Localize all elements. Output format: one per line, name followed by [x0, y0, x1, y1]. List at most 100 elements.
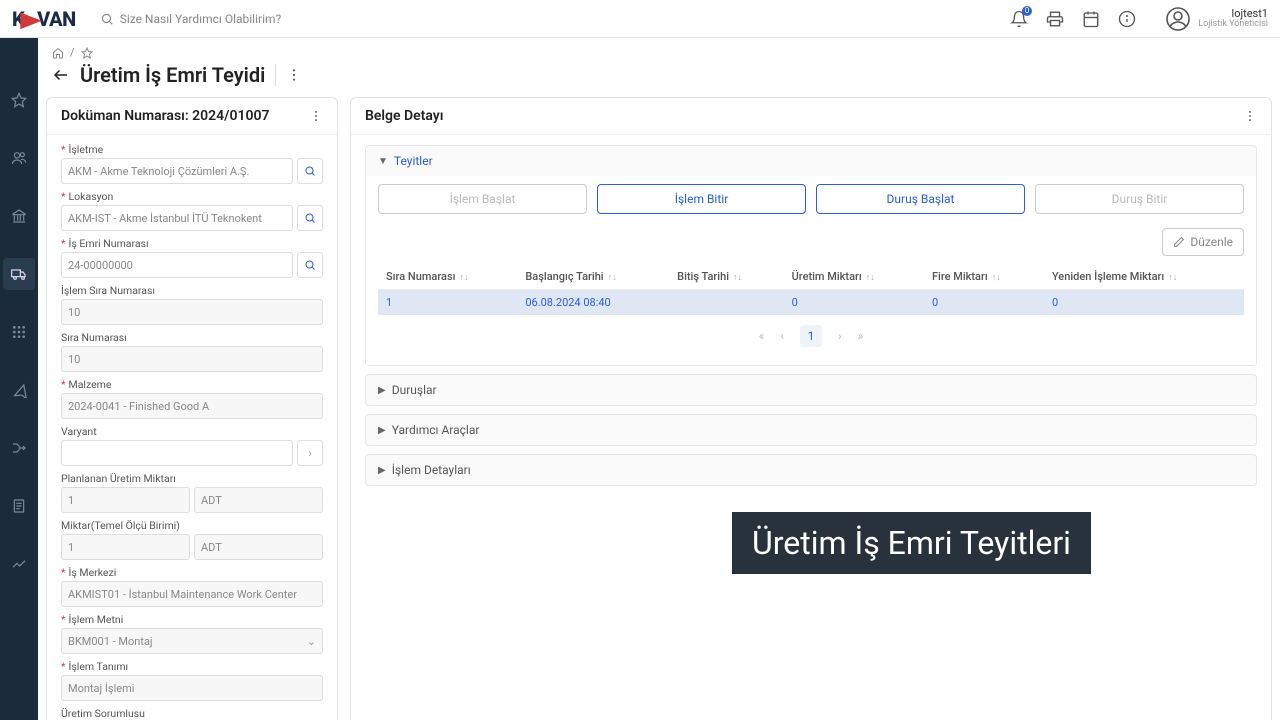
edit-button[interactable]: Düzenle: [1162, 228, 1244, 256]
field-label: Sıra Numarası: [61, 331, 127, 344]
brand-logo[interactable]: K▶VAN: [12, 7, 76, 31]
section-duruslar-toggle[interactable]: ▶Duruşlar: [366, 375, 1256, 405]
print-button[interactable]: [1046, 10, 1064, 28]
section-yardimci-toggle[interactable]: ▶ Yardımcı Araçlar: [366, 415, 1256, 445]
field-label: Planlanan Üretim Miktarı: [61, 472, 176, 485]
planmiktar-input: 1: [61, 487, 190, 513]
isemri-lookup[interactable]: [297, 252, 323, 278]
people-icon: [11, 150, 27, 166]
isemri-input[interactable]: 24-00000000: [61, 252, 293, 278]
varyant-input[interactable]: [61, 440, 293, 466]
chevron-down-icon: ⌄: [307, 635, 316, 648]
islem-baslat-button[interactable]: İşlem Başlat: [378, 184, 587, 214]
breadcrumb-sep: /: [70, 46, 75, 59]
nav-finance[interactable]: [3, 200, 35, 232]
document-card-menu[interactable]: [309, 109, 323, 123]
nav-documents[interactable]: [3, 490, 35, 522]
chart-icon: [11, 556, 27, 572]
overlay-title: Üretim İş Emri Teyitleri: [732, 512, 1091, 574]
col-sira[interactable]: Sıra Numarası↑↓: [378, 264, 517, 290]
table-row[interactable]: 1 06.08.2024 08:40 0 0 0: [378, 290, 1244, 316]
lokasyon-lookup[interactable]: [297, 205, 323, 231]
isletme-input[interactable]: AKM - Akme Teknoloji Çözümleri A.Ş.: [61, 158, 293, 184]
nav-flights[interactable]: [3, 374, 35, 406]
durus-bitir-button[interactable]: Duruş Bitir: [1035, 184, 1244, 214]
calendar-button[interactable]: [1082, 10, 1100, 28]
pager-current[interactable]: 1: [800, 325, 822, 347]
breadcrumb-home[interactable]: [52, 47, 64, 59]
more-vertical-icon: [1243, 109, 1257, 123]
bank-icon: [11, 208, 27, 224]
breadcrumb-favorite[interactable]: [81, 47, 93, 59]
col-yeniden[interactable]: Yeniden İşleme Miktarı↑↓: [1044, 264, 1244, 290]
nav-analytics[interactable]: [3, 548, 35, 580]
islemmetni-select[interactable]: BKM001 - Montaj⌄: [61, 628, 323, 654]
document-card-title: Doküman Numarası: 2024/01007: [61, 108, 269, 124]
section-teyitler-toggle[interactable]: ▼Teyitler: [366, 146, 1256, 176]
field-label: İşlem Metni: [69, 613, 124, 626]
field-label: Miktar(Temel Ölçü Birimi): [61, 519, 180, 532]
more-vertical-icon: [309, 109, 323, 123]
merge-icon: [11, 440, 27, 456]
durus-baslat-button[interactable]: Duruş Başlat: [816, 184, 1025, 214]
pager-first[interactable]: «: [759, 329, 765, 343]
varyant-expand[interactable]: ›: [297, 440, 323, 466]
teyitler-table: Sıra Numarası↑↓ Başlangıç Tarihi↑↓ Bitiş…: [378, 264, 1244, 315]
info-button[interactable]: [1118, 10, 1136, 28]
col-uretim[interactable]: Üretim Miktarı↑↓: [784, 264, 924, 290]
document-icon: [11, 498, 27, 514]
cell-uretim: 0: [784, 290, 924, 316]
document-card: Doküman Numarası: 2024/01007 *İşletme AK…: [46, 97, 338, 720]
col-baslangic[interactable]: Başlangıç Tarihi↑↓: [517, 264, 669, 290]
col-bitis[interactable]: Bitiş Tarihi↑↓: [669, 264, 783, 290]
chevron-right-icon: ▶: [378, 385, 386, 396]
sort-icon: ↑↓: [733, 273, 742, 283]
col-fire[interactable]: Fire Miktarı↑↓: [924, 264, 1044, 290]
section-label: Yardımcı Araçlar: [392, 423, 480, 437]
planmiktar-unit: ADT: [194, 487, 323, 513]
pencil-icon: [1173, 236, 1185, 248]
grid-icon: [11, 324, 27, 340]
sort-icon: ↑↓: [866, 273, 875, 283]
cell-sira: 1: [378, 290, 517, 316]
malzeme-input: 2024-0041 - Finished Good A: [61, 393, 323, 419]
back-button[interactable]: [52, 66, 70, 84]
field-label: Lokasyon: [69, 190, 114, 203]
field-label: İş Merkezi: [69, 566, 117, 579]
notifications-button[interactable]: 0: [1010, 10, 1028, 28]
section-islemdetay-toggle[interactable]: ▶İşlem Detayları: [366, 455, 1256, 485]
pager-next[interactable]: ›: [838, 329, 842, 343]
section-label: İşlem Detayları: [392, 463, 471, 477]
detail-card-menu[interactable]: [1243, 109, 1257, 123]
lokasyon-input[interactable]: AKM-IST - Akme İstanbul İTÜ Teknokent: [61, 205, 293, 231]
nav-favorites[interactable]: [3, 84, 35, 116]
nav-integrations[interactable]: [3, 432, 35, 464]
cell-baslangic: 06.08.2024 08:40: [517, 290, 669, 316]
page-menu-button[interactable]: [286, 67, 302, 83]
pager-prev[interactable]: ‹: [780, 329, 784, 343]
cell-fire: 0: [924, 290, 1044, 316]
isletme-lookup[interactable]: [297, 158, 323, 184]
cell-yeniden: 0: [1044, 290, 1244, 316]
global-search[interactable]: Size Nasıl Yardımcı Olabilirim?: [100, 12, 1011, 26]
sort-icon: ↑↓: [992, 273, 1001, 283]
chevron-right-icon: ▶: [378, 425, 386, 436]
sort-icon: ↑↓: [1168, 273, 1177, 283]
search-icon: [304, 165, 316, 177]
field-label: İşlem Tanımı: [69, 660, 129, 673]
field-label: Varyant: [61, 425, 97, 438]
miktar-input: 1: [61, 534, 190, 560]
notification-badge: 0: [1022, 6, 1033, 16]
field-label: İşletme: [69, 143, 104, 156]
more-vertical-icon: [286, 67, 302, 83]
islem-bitir-button[interactable]: İşlem Bitir: [597, 184, 806, 214]
side-nav: [0, 38, 38, 720]
nav-logistics[interactable]: [3, 258, 35, 290]
nav-apps[interactable]: [3, 316, 35, 348]
pager-last[interactable]: »: [858, 329, 864, 343]
truck-icon: [11, 266, 27, 282]
star-outline-icon: [81, 47, 93, 59]
nav-people[interactable]: [3, 142, 35, 174]
printer-icon: [1046, 10, 1064, 28]
user-avatar-icon[interactable]: [1166, 7, 1190, 31]
